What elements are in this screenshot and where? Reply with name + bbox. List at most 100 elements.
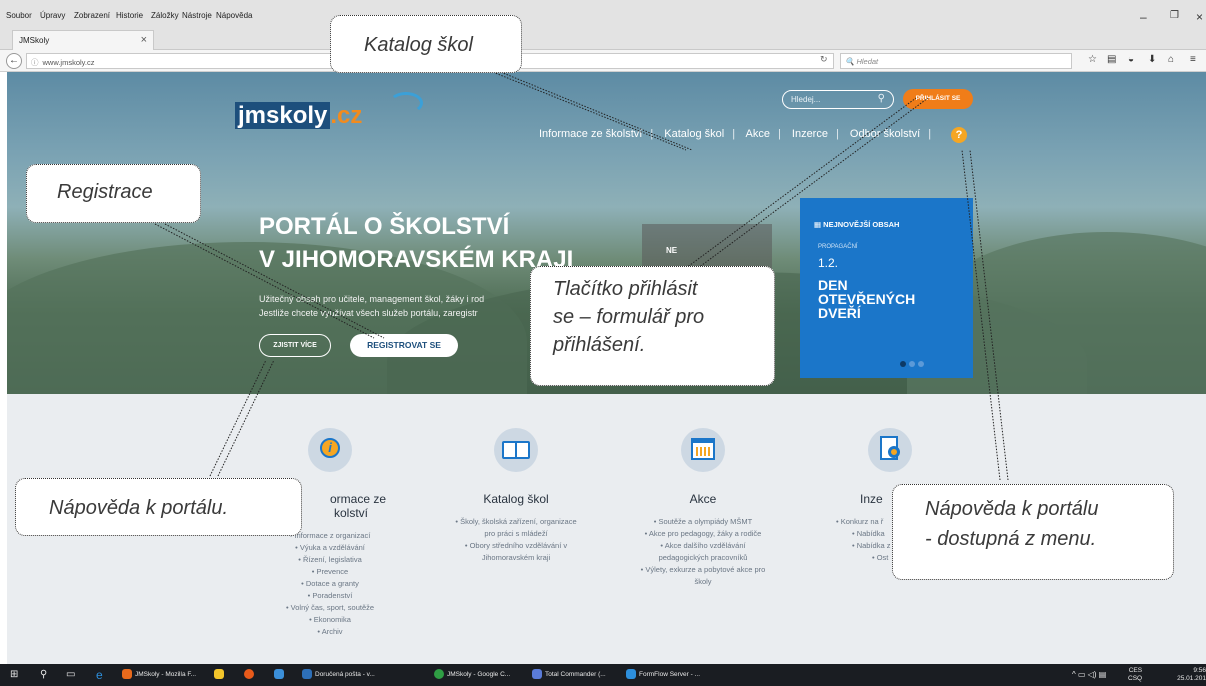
list-item[interactable]: • Archiv [230, 626, 430, 638]
tab-jmskoly[interactable]: JMSkoly × [12, 30, 154, 50]
carousel-dot[interactable] [909, 361, 915, 367]
latest-content-title[interactable]: DEN OTEVŘENÝCH DVEŘÍ [818, 278, 915, 320]
list-item[interactable]: • Akce dalšího vzdělávání pedagogických … [639, 540, 767, 564]
home-icon[interactable]: ⌂ [1168, 54, 1174, 65]
list-item[interactable]: • Volný čas, sport, soutěže [230, 602, 430, 614]
hamburger-menu-icon[interactable]: ≡ [1190, 54, 1196, 65]
taskbar-app-chrome[interactable]: JMSkoly - Google C... [434, 668, 510, 682]
app-icon[interactable] [274, 668, 287, 682]
callout-katalog: Katalog škol [330, 15, 522, 73]
nav-item-odbor[interactable]: Odbor školství [850, 128, 920, 140]
calendar-icon[interactable] [681, 428, 725, 472]
info-icon[interactable]: i [308, 428, 352, 472]
latest-title-line: DVEŘÍ [818, 305, 861, 321]
logo-tld-text: .cz [330, 102, 363, 129]
list-item[interactable]: • Řízení, legislativa [230, 554, 430, 566]
list-item[interactable]: • Ekonomika [230, 614, 430, 626]
search-icon[interactable]: ⚲ [40, 668, 47, 682]
section-list: • Školy, školská zařízení, organizace pr… [416, 516, 616, 564]
site-logo[interactable]: jmskoly .cz [235, 92, 423, 130]
logo-swoosh-icon [389, 92, 423, 114]
list-item[interactable]: • Prevence [230, 566, 430, 578]
carousel-dots [900, 354, 927, 372]
tray-time: 9:56 [1193, 667, 1206, 674]
taskbar-app-firefox[interactable]: JMSkoly - Mozilla F... [122, 668, 196, 682]
login-button[interactable]: PŘIHLÁSIT SE [903, 89, 973, 109]
tray-date: 25.01.201 [1177, 675, 1206, 682]
menu-tools[interactable]: Nástroje [182, 11, 212, 20]
site-search-input[interactable]: Hledej... ⚲ [782, 90, 894, 109]
menu-file[interactable]: Soubor [6, 11, 32, 20]
browser-search-input[interactable]: 🔍 Hledat [840, 53, 1072, 69]
search-document-icon[interactable] [868, 428, 912, 472]
browser-navbar: ← ⓘ www.jmskoly.cz ↻ 🔍 Hledat ☆ ▤ ◒ ⬇ ⌂ ≡ [0, 50, 1206, 72]
callout-help-menu: Nápověda k portálu - dostupná z menu. [892, 484, 1174, 580]
latest-title-line: OTEVŘENÝCH [818, 291, 916, 307]
latest-content-tag: PROPAGAČNÍ [818, 244, 858, 250]
book-icon[interactable] [494, 428, 538, 472]
nav-item-akce[interactable]: Akce [746, 128, 770, 140]
reload-icon[interactable]: ↻ [820, 54, 828, 65]
section-title[interactable]: Akce [603, 492, 803, 506]
drive-icon[interactable] [214, 668, 227, 682]
menu-edit[interactable]: Úpravy [40, 11, 65, 20]
carousel-dot[interactable] [918, 361, 924, 367]
back-icon[interactable]: ← [6, 53, 22, 69]
reading-list-icon[interactable]: ▤ [1107, 54, 1116, 65]
section-list: • Informace z organizací • Výuka a vzděl… [230, 530, 430, 638]
menu-history[interactable]: Historie [116, 11, 143, 20]
nav-item-inzerce[interactable]: Inzerce [792, 128, 828, 140]
menu-view[interactable]: Zobrazení [74, 11, 110, 20]
taskbar-app-totalcmd[interactable]: Total Commander (... [532, 668, 606, 682]
latest-content-card[interactable]: ▦ NEJNOVĚJŠÍ OBSAH PROPAGAČNÍ 1.2. DEN O… [800, 198, 973, 378]
tray-clock[interactable]: 9:56 25.01.201 [1164, 667, 1206, 683]
menu-help[interactable]: Nápověda [216, 11, 252, 20]
info-icon[interactable]: ⓘ [31, 58, 39, 67]
taskbar-app-formflow[interactable]: FormFlow Server - ... [626, 668, 700, 682]
list-item[interactable]: • Poradenství [230, 590, 430, 602]
tab-close-icon[interactable]: × [141, 34, 147, 46]
register-button[interactable]: REGISTROVAT SE [350, 334, 458, 357]
menu-bookmarks[interactable]: Záložky [151, 11, 179, 20]
nav-item-informace[interactable]: Informace ze školství [539, 128, 642, 140]
callout-text: Registrace [57, 181, 153, 203]
section-title-line: kolství [334, 506, 369, 520]
nav-item-katalog[interactable]: Katalog škol [664, 128, 724, 140]
edge-icon[interactable]: e [96, 668, 103, 682]
hero-text-line-2: Jestliže chcete využívat všech služeb po… [259, 308, 478, 318]
bookmark-star-icon[interactable]: ☆ [1088, 54, 1097, 65]
minimize-icon[interactable]: – [1140, 10, 1147, 24]
download-icon[interactable]: ⬇ [1148, 54, 1156, 65]
restore-icon[interactable]: ❐ [1170, 10, 1179, 21]
list-item[interactable]: • Výuka a vzdělávání [230, 542, 430, 554]
section-title[interactable]: Katalog škol [416, 492, 616, 506]
pocket-icon[interactable]: ◒ [1128, 54, 1134, 65]
close-window-icon[interactable]: × [1196, 10, 1203, 24]
search-icon[interactable]: ⚲ [878, 93, 885, 104]
task-view-icon[interactable]: ▭ [66, 668, 75, 682]
list-item[interactable]: • Obory středního vzdělávání v Jihomorav… [454, 540, 578, 564]
tray-lang-text: CES [1128, 667, 1143, 674]
taskbar-app-mail[interactable]: Doručená pošta - v... [302, 668, 375, 682]
latest-content-date: 1.2. [818, 256, 839, 270]
latest-content-heading: ▦ NEJNOVĚJŠÍ OBSAH [814, 220, 899, 229]
windows-start-icon[interactable]: ⊞ [10, 668, 18, 682]
list-item[interactable]: • Školy, školská zařízení, organizace pr… [454, 516, 578, 540]
tray-language[interactable]: CES CSQ [1128, 667, 1142, 683]
list-item[interactable]: • Akce pro pedagogy, žáky a rodiče [639, 528, 767, 540]
help-icon[interactable]: ? [951, 127, 967, 143]
hero-text-line-1: Užitečný obsah pro učitele, management š… [259, 294, 485, 304]
carousel-dot[interactable] [900, 361, 906, 367]
list-item[interactable]: • Výlety, exkurze a pobytové akce pro šk… [639, 564, 767, 588]
callout-help-portal: Nápověda k portálu. [15, 478, 302, 536]
list-item[interactable]: • Soutěže a olympiády MŠMT [639, 516, 767, 528]
tray-icons[interactable]: ^ ▭ ◁) ▤ [1072, 668, 1106, 682]
main-nav: Informace ze školství | Katalog škol | Akc… [539, 128, 932, 140]
section-title-line: ormace ze [330, 492, 387, 506]
hero-title-line-1: PORTÁL O ŠKOLSTVÍ [259, 213, 510, 240]
taskbar: ⊞ ⚲ ▭ e JMSkoly - Mozilla F... Doručená … [0, 664, 1206, 686]
app-icon[interactable] [244, 668, 257, 682]
callout-text-line: přihlášení. [553, 334, 646, 356]
learn-more-button[interactable]: ZJISTIT VÍCE [259, 334, 331, 357]
list-item[interactable]: • Dotace a granty [230, 578, 430, 590]
